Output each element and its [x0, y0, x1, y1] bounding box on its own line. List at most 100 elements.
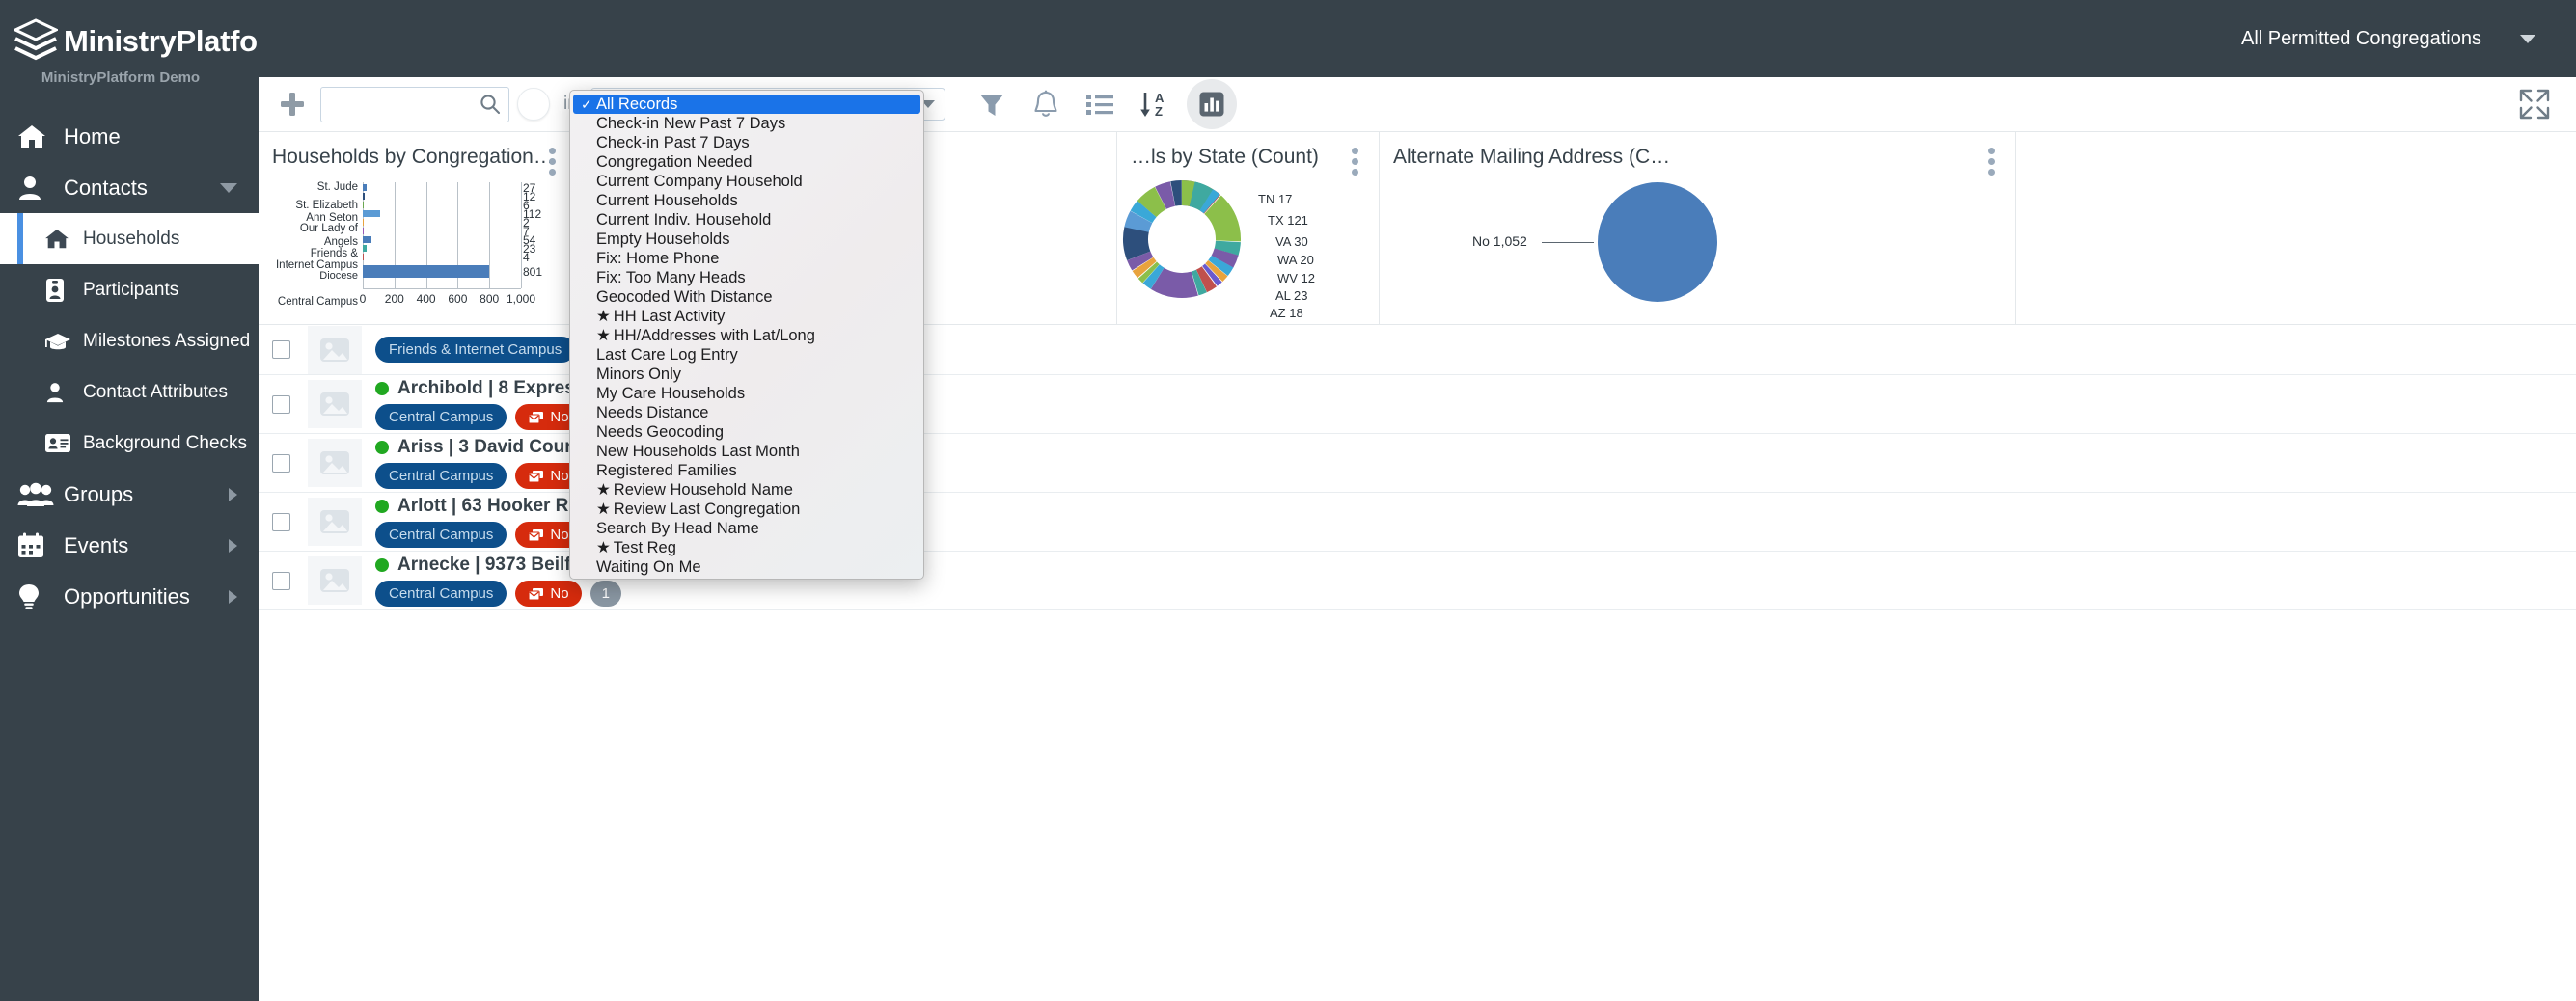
sidebar-item-participants[interactable]: Participants — [0, 264, 259, 315]
chevron-right-icon[interactable] — [229, 538, 237, 553]
sidebar-item-background-checks[interactable]: Background Checks — [0, 418, 259, 469]
mail-badge: No — [515, 581, 582, 607]
count-badge: 1 — [589, 581, 621, 607]
svg-text:Z: Z — [1155, 104, 1163, 119]
star-icon: ★ — [596, 481, 611, 499]
sidebar-nav: Home Contacts Households Participants Mi… — [0, 111, 259, 622]
expand-button[interactable] — [2518, 88, 2551, 121]
dropdown-item[interactable]: Empty Households — [570, 230, 923, 249]
dropdown-item[interactable]: Fix: Home Phone — [570, 249, 923, 268]
mail-stack-icon — [528, 470, 544, 483]
row-checkbox[interactable] — [272, 340, 290, 359]
dropdown-item[interactable]: Current Households — [570, 191, 923, 210]
dropdown-item-label: New Households Last Month — [596, 443, 800, 460]
pie-slice-no — [1598, 182, 1717, 302]
chevron-down-icon[interactable] — [220, 182, 237, 193]
dropdown-item[interactable]: Needs Distance — [570, 403, 923, 422]
chart-body: St. Jude St. Elizabeth Ann Seton Our Lad… — [259, 169, 576, 315]
sidebar-item-groups[interactable]: Groups — [0, 469, 259, 520]
dropdown-item[interactable]: Registered Families — [570, 461, 923, 480]
toolbar-icons: A Z — [965, 79, 1238, 129]
chart-view-button[interactable] — [1187, 79, 1238, 129]
row-thumbnail — [308, 556, 362, 605]
dropdown-item[interactable]: Check-in New Past 7 Days — [570, 114, 923, 133]
filter-button[interactable] — [965, 79, 1019, 129]
chart-card-households-by-congregation: Households by Congregation… St. Jude St.… — [259, 132, 577, 324]
dropdown-item[interactable]: Check-in Past 7 Days — [570, 133, 923, 152]
sidebar-item-events[interactable]: Events — [0, 520, 259, 571]
dropdown-item[interactable]: Congregation Needed — [570, 152, 923, 172]
chart-card-households-by-state: …ls by State (Count) TN 17 TX 121 VA 30 … — [1117, 132, 1380, 324]
search-box[interactable] — [320, 86, 509, 122]
dropdown-item-label: Check-in Past 7 Days — [596, 134, 750, 151]
sidebar-label-opportunities: Opportunities — [64, 583, 190, 609]
sidebar-item-milestones-assigned[interactable]: Milestones Assigned — [0, 315, 259, 366]
bell-icon — [1032, 90, 1059, 119]
add-record-button[interactable] — [272, 84, 313, 124]
dropdown-item[interactable]: Fix: Too Many Heads — [570, 268, 923, 287]
sort-az-icon: A Z — [1138, 90, 1169, 119]
sidebar-label-participants: Participants — [83, 279, 179, 300]
sidebar-label-background-checks: Background Checks — [83, 432, 248, 453]
row-thumbnail — [308, 325, 362, 374]
dropdown-item[interactable]: ★ Test Reg — [570, 538, 923, 557]
row-thumbnail — [308, 498, 362, 546]
mail-stack-icon — [528, 528, 544, 542]
dropdown-item[interactable]: ★ HH/Addresses with Lat/Long — [570, 326, 923, 345]
campus-badge: Central Campus — [375, 404, 507, 430]
view-dropdown-menu[interactable]: ✓ All Records Check-in New Past 7 Days Chec… — [569, 90, 924, 580]
sidebar-label-households: Households — [83, 228, 180, 249]
dropdown-item-label: Minors Only — [596, 365, 682, 383]
sidebar-label-contact-attributes: Contact Attributes — [83, 381, 228, 402]
list-view-button[interactable] — [1073, 79, 1127, 129]
dropdown-item[interactable]: ★ Review Last Congregation — [570, 500, 923, 519]
donut-label-wv: WV 12 — [1277, 271, 1316, 285]
sort-button[interactable]: A Z — [1127, 79, 1181, 129]
chevron-down-icon — [2520, 34, 2535, 43]
graduation-cap-icon — [44, 331, 77, 352]
people-group-icon — [17, 482, 56, 507]
sidebar-item-opportunities[interactable]: Opportunities — [0, 571, 259, 622]
dropdown-item[interactable]: ✓ All Records — [573, 95, 920, 114]
status-dot-green — [375, 500, 389, 513]
dropdown-item[interactable]: Minors Only — [570, 365, 923, 384]
dropdown-item[interactable]: Current Company Household — [570, 172, 923, 191]
dropdown-item[interactable]: Waiting On Me — [570, 557, 923, 577]
row-checkbox[interactable] — [272, 512, 290, 531]
donut-label-az: AZ 18 — [1270, 306, 1303, 320]
search-mode-toggle[interactable] — [517, 88, 550, 121]
dropdown-item[interactable]: Last Care Log Entry — [570, 345, 923, 365]
dropdown-item[interactable]: Geocoded With Distance — [570, 287, 923, 307]
sidebar: MinistryPlatform MinistryPlatform Demo H… — [0, 0, 259, 1001]
dropdown-item[interactable]: ★ Review Household Name — [570, 480, 923, 500]
congregation-selector[interactable]: All Permitted Congregations — [2241, 28, 2535, 50]
sidebar-item-home[interactable]: Home — [0, 111, 259, 162]
row-checkbox[interactable] — [272, 453, 290, 473]
badge-text: No — [550, 585, 569, 602]
search-icon[interactable] — [480, 94, 501, 115]
app-root: MinistryPlatform MinistryPlatform Demo H… — [0, 0, 2576, 1001]
dropdown-item-label: Current Households — [596, 192, 738, 209]
sidebar-item-households[interactable]: Households — [0, 213, 259, 264]
chevron-right-icon[interactable] — [229, 487, 237, 501]
dropdown-item[interactable]: New Households Last Month — [570, 442, 923, 461]
dropdown-item-label: Check-in New Past 7 Days — [596, 115, 786, 132]
notifications-button[interactable] — [1019, 79, 1073, 129]
dropdown-item[interactable]: ★ HH Last Activity — [570, 307, 923, 326]
dropdown-item-label: Needs Geocoding — [596, 423, 725, 441]
dropdown-item[interactable]: Search By Head Name — [570, 519, 923, 538]
dropdown-item[interactable]: My Care Households — [570, 384, 923, 403]
row-checkbox[interactable] — [272, 571, 290, 590]
sidebar-item-contacts[interactable]: Contacts — [0, 162, 259, 213]
dropdown-item-label: Fix: Home Phone — [596, 250, 720, 267]
row-checkbox[interactable] — [272, 394, 290, 414]
chart-body: 51 34 TN 17 TX 121 VA 30 WA 20 WV 12 AL … — [1117, 169, 1379, 324]
brand-subtitle: MinistryPlatform Demo — [41, 69, 201, 86]
sidebar-item-contact-attributes[interactable]: Contact Attributes — [0, 366, 259, 418]
dropdown-item-label: Empty Households — [596, 230, 730, 248]
dropdown-item[interactable]: Current Indiv. Household — [570, 210, 923, 230]
home-icon — [44, 229, 77, 250]
chevron-right-icon[interactable] — [229, 589, 237, 604]
dropdown-item[interactable]: Needs Geocoding — [570, 422, 923, 442]
dropdown-item-label: Geocoded With Distance — [596, 288, 773, 306]
